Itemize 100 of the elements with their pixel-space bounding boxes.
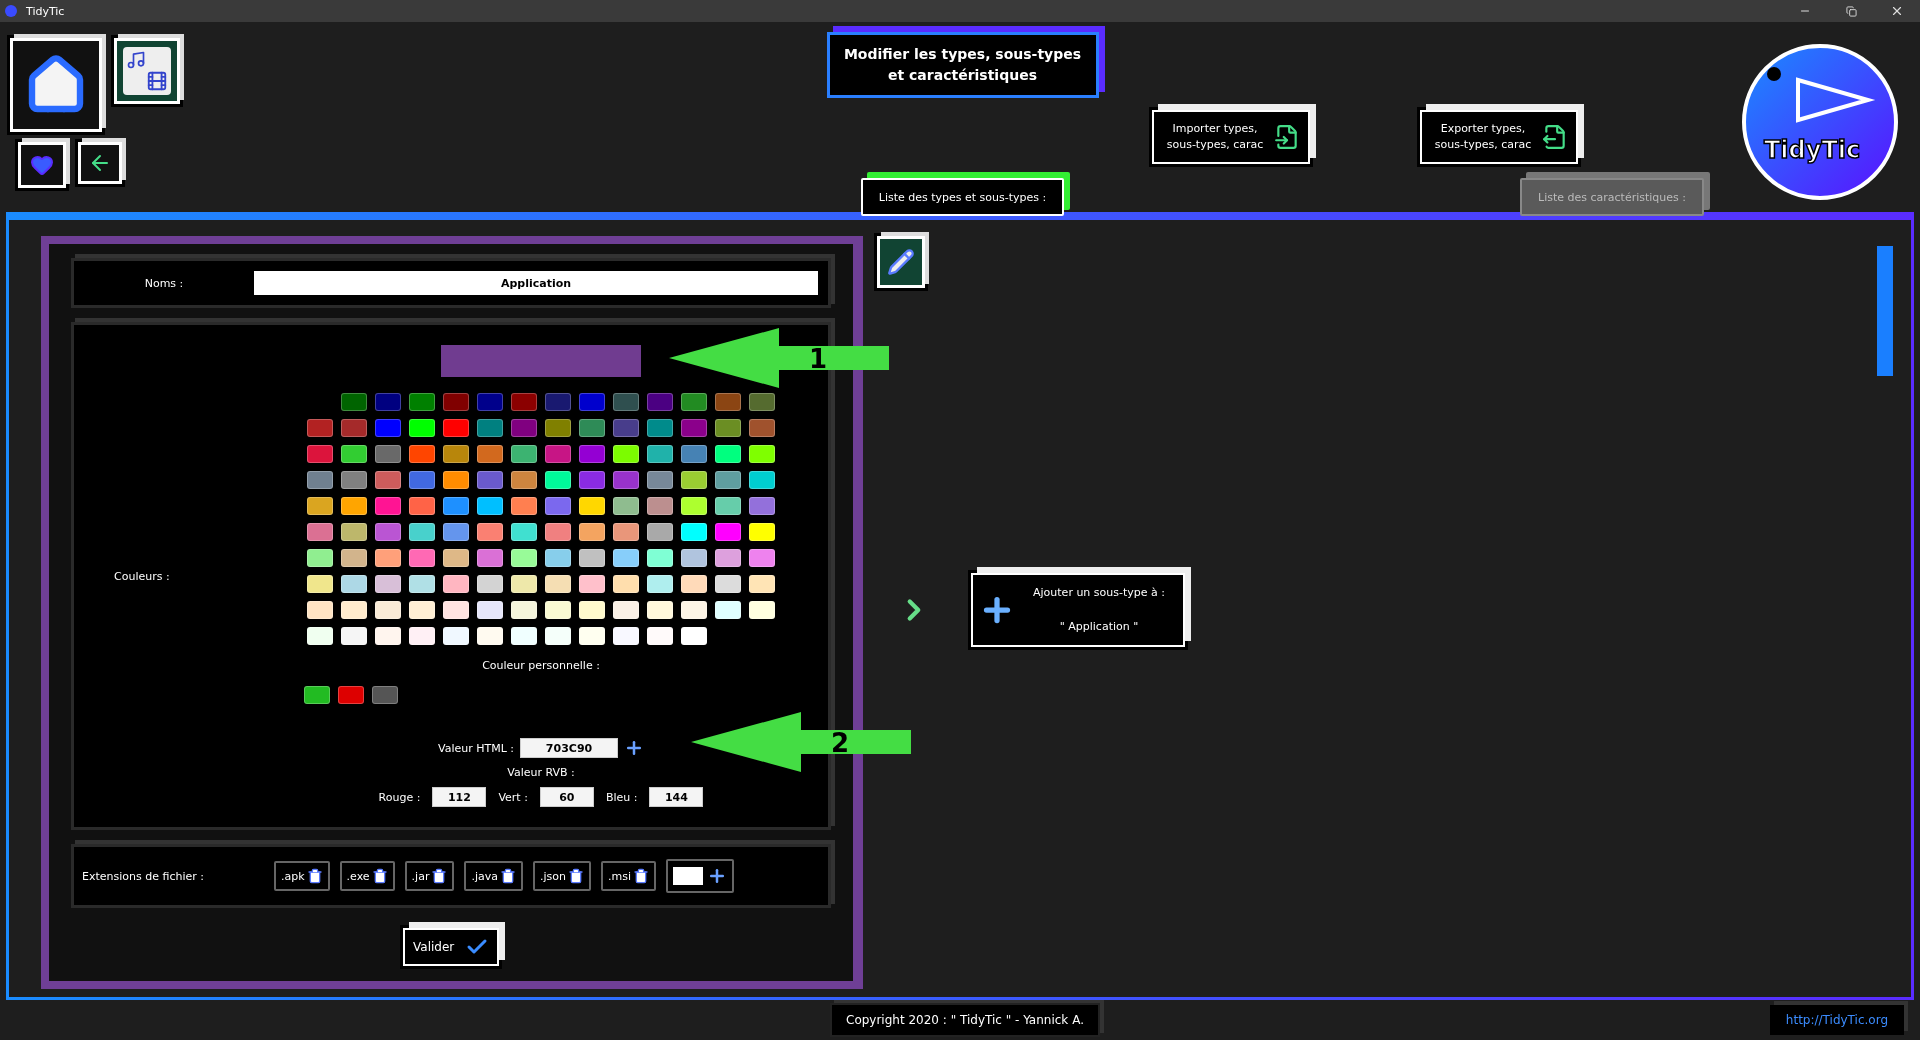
color-swatch[interactable] (477, 419, 503, 437)
color-swatch[interactable] (613, 523, 639, 541)
color-swatch[interactable] (443, 523, 469, 541)
color-swatch[interactable] (545, 445, 571, 463)
color-swatch[interactable] (477, 497, 503, 515)
color-swatch[interactable] (545, 549, 571, 567)
color-swatch[interactable] (613, 549, 639, 567)
color-swatch[interactable] (372, 686, 398, 704)
color-swatch[interactable] (375, 575, 401, 593)
html-field[interactable]: 703C90 (520, 738, 618, 758)
color-swatch[interactable] (341, 575, 367, 593)
color-swatch[interactable] (647, 471, 673, 489)
extension-chip[interactable]: .apk (274, 861, 330, 891)
name-field[interactable]: Application (254, 271, 818, 295)
color-swatch[interactable] (749, 419, 775, 437)
color-swatch[interactable] (307, 445, 333, 463)
color-swatch[interactable] (647, 523, 673, 541)
color-swatch[interactable] (681, 627, 707, 645)
color-swatch[interactable] (715, 445, 741, 463)
color-swatch[interactable] (681, 419, 707, 437)
color-swatch[interactable] (579, 445, 605, 463)
color-swatch[interactable] (307, 549, 333, 567)
color-swatch[interactable] (647, 445, 673, 463)
color-swatch[interactable] (545, 601, 571, 619)
color-swatch[interactable] (443, 497, 469, 515)
color-swatch[interactable] (613, 627, 639, 645)
color-swatch[interactable] (409, 445, 435, 463)
color-swatch[interactable] (341, 419, 367, 437)
color-swatch[interactable] (749, 445, 775, 463)
color-swatch[interactable] (681, 575, 707, 593)
color-swatch[interactable] (613, 575, 639, 593)
rgb-field[interactable]: 60 (539, 787, 594, 807)
color-swatch[interactable] (749, 601, 775, 619)
color-swatch[interactable] (511, 523, 537, 541)
color-swatch[interactable] (545, 627, 571, 645)
color-swatch[interactable] (443, 575, 469, 593)
color-swatch[interactable] (511, 419, 537, 437)
color-swatch[interactable] (715, 601, 741, 619)
color-swatch[interactable] (749, 497, 775, 515)
color-swatch[interactable] (307, 471, 333, 489)
color-swatch[interactable] (647, 393, 673, 411)
color-swatch[interactable] (477, 601, 503, 619)
color-swatch[interactable] (647, 627, 673, 645)
color-swatch[interactable] (375, 445, 401, 463)
extension-chip[interactable]: .msi (600, 861, 656, 891)
color-swatch[interactable] (715, 575, 741, 593)
extension-chip[interactable]: .jar (404, 861, 455, 891)
color-swatch[interactable] (443, 627, 469, 645)
color-swatch[interactable] (511, 627, 537, 645)
color-swatch[interactable] (409, 627, 435, 645)
color-swatch[interactable] (613, 393, 639, 411)
color-swatch[interactable] (409, 419, 435, 437)
color-swatch[interactable] (681, 549, 707, 567)
color-swatch[interactable] (477, 549, 503, 567)
color-swatch[interactable] (647, 419, 673, 437)
rgb-field[interactable]: 144 (649, 787, 704, 807)
color-swatch[interactable] (647, 601, 673, 619)
color-swatch[interactable] (375, 601, 401, 619)
color-swatch[interactable] (375, 627, 401, 645)
color-swatch[interactable] (409, 601, 435, 619)
color-swatch[interactable] (409, 393, 435, 411)
color-swatch[interactable] (338, 686, 364, 704)
color-swatch[interactable] (511, 393, 537, 411)
color-swatch[interactable] (375, 471, 401, 489)
color-swatch[interactable] (579, 627, 605, 645)
color-swatch[interactable] (579, 497, 605, 515)
color-swatch[interactable] (375, 549, 401, 567)
color-swatch[interactable] (545, 497, 571, 515)
color-swatch[interactable] (545, 419, 571, 437)
extension-field[interactable] (672, 867, 703, 885)
color-swatch[interactable] (443, 445, 469, 463)
color-swatch[interactable] (749, 575, 775, 593)
color-swatch[interactable] (443, 419, 469, 437)
color-swatch[interactable] (375, 419, 401, 437)
color-swatch[interactable] (307, 497, 333, 515)
color-swatch[interactable] (341, 445, 367, 463)
add-extension-control[interactable] (665, 859, 734, 893)
color-swatch[interactable] (307, 627, 333, 645)
color-swatch[interactable] (477, 575, 503, 593)
color-swatch[interactable] (341, 523, 367, 541)
color-swatch[interactable] (579, 419, 605, 437)
color-swatch[interactable] (307, 601, 333, 619)
color-swatch[interactable] (477, 627, 503, 645)
extension-chip[interactable]: .java (464, 861, 523, 891)
color-swatch[interactable] (579, 549, 605, 567)
color-swatch[interactable] (511, 601, 537, 619)
color-swatch[interactable] (477, 471, 503, 489)
color-swatch[interactable] (375, 523, 401, 541)
color-swatch[interactable] (681, 497, 707, 515)
color-swatch[interactable] (749, 393, 775, 411)
color-swatch[interactable] (749, 549, 775, 567)
color-swatch[interactable] (375, 497, 401, 515)
color-swatch[interactable] (511, 549, 537, 567)
color-swatch[interactable] (307, 523, 333, 541)
color-swatch[interactable] (681, 601, 707, 619)
color-swatch[interactable] (409, 497, 435, 515)
color-swatch[interactable] (647, 549, 673, 567)
color-swatch[interactable] (443, 549, 469, 567)
color-swatch[interactable] (477, 393, 503, 411)
color-swatch[interactable] (647, 575, 673, 593)
